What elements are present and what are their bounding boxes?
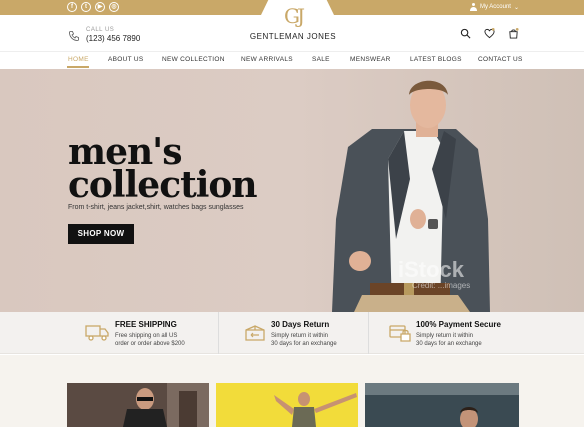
- call-label: CALL US: [86, 27, 115, 33]
- nav-contact-us[interactable]: CONTACT US: [478, 56, 523, 63]
- feature-description-line: Simply return it within: [271, 333, 329, 339]
- my-account-label: My Account: [479, 4, 511, 10]
- stock-watermark: iStock: [398, 257, 465, 282]
- hero-title-line-2: collection: [68, 164, 258, 206]
- feature-title: 100% Payment Secure: [416, 320, 501, 329]
- nav-about-us[interactable]: ABOUT US: [108, 56, 144, 63]
- nav-latest-blogs[interactable]: LATEST BLOGS: [410, 56, 462, 63]
- category-image: [67, 383, 209, 427]
- nav-menswear[interactable]: MENSWEAR: [350, 56, 391, 63]
- feature-title: FREE SHIPPING: [115, 320, 177, 329]
- heart-icon[interactable]: [484, 28, 495, 39]
- hero-title: men's collection: [68, 134, 268, 206]
- category-card[interactable]: [216, 383, 358, 427]
- feature-description: Simply return it within 30 days for an e…: [271, 332, 337, 348]
- feature-description-line: order or order above $200: [115, 341, 185, 347]
- youtube-icon[interactable]: ▶: [95, 2, 105, 12]
- nav-new-collection[interactable]: NEW COLLECTION: [162, 56, 225, 63]
- feature-description: Simply return it within 30 days for an e…: [416, 332, 482, 348]
- feature-description-line: 30 days for an exchange: [271, 341, 337, 347]
- nav-new-arrivals[interactable]: NEW ARRIVALS: [241, 56, 293, 63]
- feature-title: 30 Days Return: [271, 320, 330, 329]
- feature-description-line: Simply return it within: [416, 333, 474, 339]
- hero-subtitle: From t-shirt, jeans jacket,shirt, watche…: [68, 204, 244, 211]
- feature-description: Free shipping on all US order or order a…: [115, 332, 185, 348]
- user-icon: [469, 3, 477, 11]
- category-card[interactable]: [365, 383, 519, 427]
- category-image: [216, 383, 358, 427]
- instagram-icon[interactable]: ◎: [109, 2, 119, 12]
- category-card[interactable]: [67, 383, 209, 427]
- feature-divider: [218, 312, 219, 354]
- header-icons: [460, 28, 519, 39]
- phone-icon: [69, 31, 79, 41]
- nav-home[interactable]: HOME: [68, 56, 89, 63]
- cart-icon[interactable]: [508, 28, 519, 39]
- feature-divider: [368, 312, 369, 354]
- category-image: [365, 383, 519, 427]
- call-number[interactable]: (123) 456 7890: [86, 34, 140, 43]
- social-links: f t ▶ ◎: [67, 2, 119, 12]
- truck-icon: [85, 325, 109, 341]
- brand-name[interactable]: GENTLEMAN JONES: [240, 32, 346, 41]
- search-icon[interactable]: [460, 28, 471, 39]
- features-bar: FREE SHIPPING Free shipping on all US or…: [0, 312, 584, 354]
- chevron-down-icon: ⌄: [513, 4, 519, 11]
- shop-now-button[interactable]: SHOP NOW: [68, 224, 134, 244]
- my-account-menu[interactable]: My Account ⌄: [469, 3, 519, 11]
- nav-active-indicator: [67, 66, 89, 68]
- feature-description-line: Free shipping on all US: [115, 333, 178, 339]
- feature-description-line: 30 days for an exchange: [416, 341, 482, 347]
- logo-monogram[interactable]: GJ: [281, 4, 305, 28]
- secure-payment-icon: [389, 325, 411, 342]
- twitter-icon[interactable]: t: [81, 2, 91, 12]
- facebook-icon[interactable]: f: [67, 2, 77, 12]
- nav-sale[interactable]: SALE: [312, 56, 330, 63]
- box-return-icon: [245, 325, 265, 341]
- stock-watermark-sub: Credit: ...images: [412, 281, 471, 290]
